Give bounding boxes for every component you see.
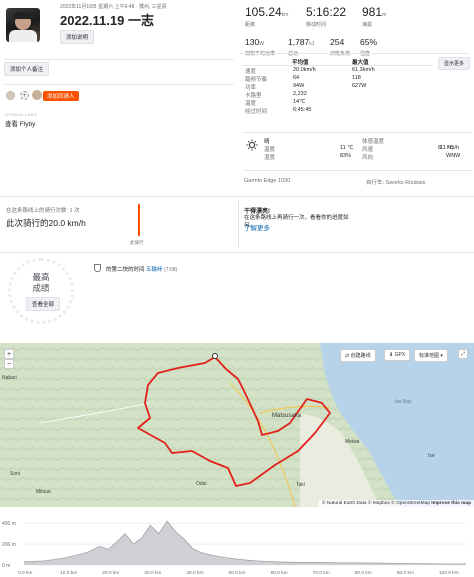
perf-table: 速度 20.0km/h 61.3km/h 踏频节奏 64 118 功率 94W 627W 卡… [245, 67, 435, 115]
elevation-x-tick: 50.0 km [228, 570, 245, 576]
sun-icon [246, 138, 258, 151]
perf-row: 速度 20.0km/h 61.3km/h [245, 67, 375, 75]
elevation-x-tick: 20.0 km [102, 570, 119, 576]
add-note-button[interactable]: 添加个人备注 [4, 62, 50, 76]
segment-link[interactable]: 五輪峠 [146, 267, 163, 273]
perf-row: 卡路里 2,232 [245, 91, 307, 99]
weather-condition: 晴 [264, 139, 270, 145]
map-place: Meiwa [345, 439, 360, 445]
elevation-x-tick: 80.0 km [355, 570, 372, 576]
map-place: Odai [196, 481, 207, 487]
device-name: Garmin Edge 1030 [244, 178, 291, 184]
flyby-link[interactable]: 查看 Flyby [5, 118, 35, 128]
route-icon: ⇄ [345, 353, 350, 359]
weather-temp-label: 温度 [264, 147, 276, 153]
buddy-avatar[interactable] [32, 90, 42, 100]
zoom-out-button[interactable]: − [4, 359, 14, 369]
map-place: Taki [296, 482, 305, 488]
map-place: Ise [428, 453, 435, 459]
show-more-button[interactable]: 显示更多 [438, 57, 471, 70]
stat-elevation: 981m 海拔 [362, 5, 387, 28]
map-place: Mitsue [36, 489, 51, 495]
elevation-x-tick: 0.0 km [18, 570, 32, 576]
elevation-y-tick: 200 m [2, 542, 16, 548]
view-all-button[interactable]: 查看全部 [26, 297, 61, 311]
chevron-down-icon: ▾ [440, 353, 443, 359]
weather-humidity-value: 83% [340, 153, 352, 159]
activity-datetime: 2022年11月19日 星期六 上午6:48 · 濮州, 三星县 [60, 4, 167, 10]
download-icon: ⬇ [389, 352, 394, 358]
trophy-icon [94, 264, 101, 272]
map-attribution: © Natural Earth Data © Mapbox © OpenStre… [319, 500, 474, 507]
fullscreen-icon: ⤢ [461, 351, 466, 357]
wind-direction-label: 风向 [362, 155, 374, 161]
add-description-button[interactable]: 添加说明 [60, 30, 95, 44]
progress-marker [138, 204, 140, 236]
achievement-badge: 最高 成绩 [8, 258, 74, 324]
buddy-add-icon: + [20, 91, 29, 100]
progress-marker-label: 此骑行 [130, 240, 144, 245]
bike-name[interactable]: 自行车: Sworks Roubaix [366, 178, 425, 186]
map-place: Nabari [2, 375, 17, 381]
activity-title[interactable]: 2022.11.19 一志 [60, 10, 154, 29]
feels-like-label: 体感温度 [362, 139, 385, 145]
stat-moving-time: 5:16:22 移动时间 [306, 5, 347, 28]
elevation-x-tick: 90.0 km [397, 570, 414, 576]
map-place: Ise Bay [395, 399, 412, 405]
gpx-download-button[interactable]: ⬇ GPX [384, 349, 411, 361]
create-route-button[interactable]: ⇄ 创建路线 [340, 349, 376, 362]
elevation-y-tick: 400 m [2, 521, 16, 527]
elevation-x-tick: 40.0 km [186, 570, 203, 576]
ride-average-speed: 此次骑行的20.0 km/h [6, 218, 86, 228]
perf-row: 温度 14℃ [245, 99, 306, 107]
perf-row: 经过时间 6:45:45 [245, 107, 312, 115]
flyby-caption: STRAVA LABS [5, 112, 38, 117]
stat-distance: 105.24km 距离 [245, 5, 289, 28]
elevation-chart[interactable]: 400 m 200 m 0 m 0.0 km 10.0 km 20.0 km 30.0 km… [0, 510, 474, 577]
map-style-select[interactable]: 标准地图 ▾ [414, 349, 448, 362]
route-map[interactable]: Matsusaka Nabari Ise Bay Meiwa Taki Odai… [0, 343, 474, 507]
wind-direction-value: WNW [446, 153, 461, 159]
elevation-y-tick: 0 m [2, 563, 10, 569]
add-buddy-button[interactable]: 添加同骑人 [43, 91, 79, 101]
achievement-text: 的第二快的时间 五輪峠 (7:08) [106, 267, 178, 273]
elevation-x-tick: 100.0 km [439, 570, 459, 576]
perf-row: 功率 94W 627W [245, 83, 367, 91]
weather-temp-value: 11 ℃ [340, 145, 354, 151]
elevation-x-tick: 10.0 km [60, 570, 77, 576]
wind-speed-value: 8.1 km/h [438, 145, 460, 151]
elevation-x-tick: 30.0 km [144, 570, 161, 576]
fullscreen-button[interactable]: ⤢ [458, 349, 469, 359]
elevation-x-tick: 70.0 km [313, 570, 330, 576]
zoom-in-button[interactable]: + [4, 349, 14, 359]
elevation-area [24, 521, 466, 565]
learn-more-link[interactable]: 了解更多 [244, 222, 270, 232]
elevation-x-tick: 60.0 km [271, 570, 288, 576]
buddy-icon [6, 91, 15, 100]
map-place: Soni [10, 471, 21, 477]
map-place: Matsusaka [272, 413, 302, 419]
avatar[interactable] [6, 8, 40, 42]
start-marker [212, 353, 218, 359]
wind-speed-label: 风速 [362, 147, 374, 153]
perf-row: 踏频节奏 64 118 [245, 75, 361, 83]
weather-humidity-label: 湿度 [264, 155, 276, 161]
route-count: 在这条路线上的骑行次数: 1 次 [6, 208, 80, 214]
